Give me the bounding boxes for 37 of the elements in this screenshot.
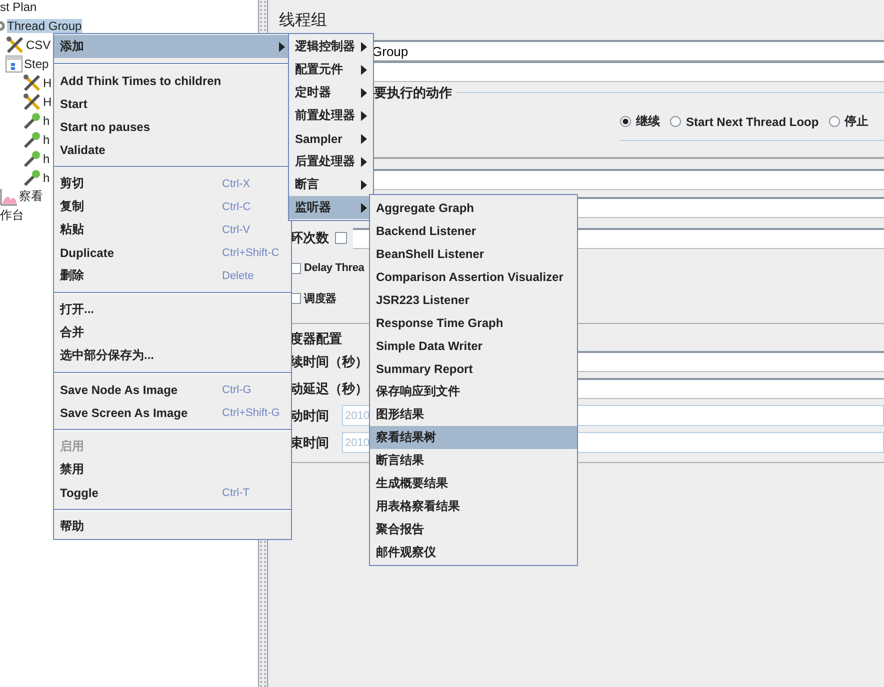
menu-item-label: Start: [60, 96, 88, 110]
section-title: 要执行的动作: [374, 84, 456, 102]
menu-item-label: 定时器: [295, 84, 331, 101]
menu-item-label: Save Screen As Image: [60, 406, 188, 420]
menu-item-label: 断言: [295, 176, 319, 193]
menu-item-label: Toggle: [60, 486, 98, 500]
menu-item-label: 添加: [60, 38, 84, 55]
shortcut-label: Delete: [222, 270, 254, 282]
shortcut-label: Ctrl-G: [222, 384, 252, 396]
menu-item-label: 逻辑控制器: [295, 38, 355, 55]
menu-item-label: 后置处理器: [295, 153, 355, 170]
menu-item-label: Sampler: [295, 132, 342, 146]
menu-item-label: 配置元件: [295, 61, 343, 78]
menu-item-label: 复制: [60, 198, 84, 215]
menu-item-label: 合并: [60, 324, 84, 341]
shortcut-label: Ctrl-V: [222, 224, 250, 236]
menu-item-label: 禁用: [60, 461, 84, 478]
menu-item-label: 监听器: [295, 199, 331, 216]
menu-item-label: Start no pauses: [60, 120, 150, 134]
shortcut-label: Ctrl-T: [222, 486, 250, 498]
menu-item-label: 前置处理器: [295, 107, 355, 124]
menu-item-label: Duplicate: [60, 246, 114, 260]
menu-item-label: 帮助: [60, 518, 84, 535]
menu-item-label: 剪切: [60, 175, 84, 192]
menu-item-label: 打开...: [60, 301, 94, 318]
panel-title: 线程组: [279, 10, 328, 31]
menu-item-label: Add Think Times to children: [60, 74, 222, 88]
menu-item-label: 选中部分保存为...: [60, 347, 154, 364]
shortcut-label: Ctrl+Shift-C: [222, 246, 280, 258]
menu-item-label: Validate: [60, 142, 106, 156]
menu-item-label: 删除: [60, 267, 84, 284]
shortcut-label: Ctrl-X: [222, 178, 250, 190]
shortcut-label: Ctrl+Shift-G: [222, 406, 280, 418]
menu-item-label: 粘贴: [60, 221, 84, 238]
menu-item-label: 启用: [60, 438, 84, 455]
menu-item-label: Save Node As Image: [60, 382, 178, 396]
shortcut-label: Ctrl-C: [222, 200, 251, 212]
